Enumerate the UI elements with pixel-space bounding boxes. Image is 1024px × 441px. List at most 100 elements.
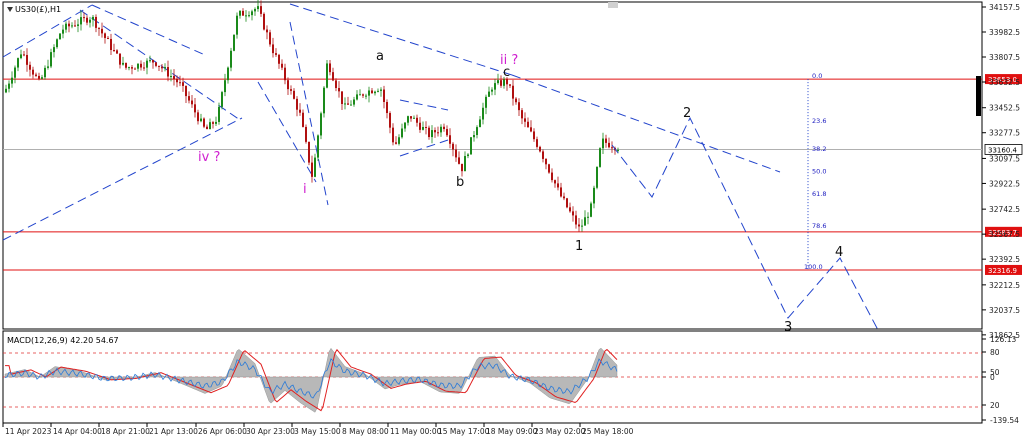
candle-body bbox=[368, 90, 370, 96]
candle-body bbox=[326, 63, 328, 88]
candle-body bbox=[494, 83, 496, 90]
candle-body bbox=[8, 83, 10, 89]
candle-body bbox=[248, 15, 250, 17]
candle-body bbox=[341, 91, 343, 104]
candle-body bbox=[14, 67, 16, 78]
candle-body bbox=[335, 80, 337, 89]
price-tick-label: 32392.5 bbox=[989, 255, 1020, 264]
candle-body bbox=[482, 107, 484, 120]
candle-body bbox=[221, 92, 223, 107]
candle-body bbox=[602, 138, 604, 149]
candle-body bbox=[605, 138, 607, 143]
candle-body bbox=[203, 118, 205, 127]
candle-body bbox=[365, 95, 367, 97]
wave-label: b bbox=[456, 175, 464, 190]
wave-label: 2 bbox=[683, 106, 691, 121]
time-tick-label: 26 Apr 06:00 bbox=[198, 427, 247, 436]
candle-body bbox=[497, 80, 499, 84]
candle-body bbox=[104, 33, 106, 38]
candle-body bbox=[197, 112, 199, 122]
time-axis: 11 Apr 2023 14 Apr 04:00 18 Apr 21:00 21 Ap… bbox=[2, 423, 634, 436]
candle-body bbox=[89, 19, 91, 23]
candle-body bbox=[338, 88, 340, 92]
candle-body bbox=[155, 62, 157, 66]
candle-body bbox=[398, 137, 400, 144]
candle-body bbox=[431, 130, 433, 138]
price-axis: 34157.5 33982.5 33807.5 33632.5 33452.5 33277… bbox=[982, 3, 1020, 340]
candle-body bbox=[212, 122, 214, 124]
candle-body bbox=[56, 39, 58, 48]
scroll-marker[interactable] bbox=[608, 2, 618, 8]
candle-body bbox=[317, 135, 319, 158]
candle-body bbox=[299, 109, 301, 113]
candle-body bbox=[125, 62, 127, 68]
candle-body bbox=[449, 135, 451, 144]
candle-body bbox=[239, 10, 241, 16]
candle-body bbox=[533, 131, 535, 140]
candle-body bbox=[209, 122, 211, 130]
price-tick-label: 33807.5 bbox=[989, 53, 1020, 62]
candle-body bbox=[293, 90, 295, 99]
candle-body bbox=[236, 15, 238, 35]
candle-body bbox=[158, 65, 160, 67]
candle-body bbox=[473, 135, 475, 138]
candle-body bbox=[122, 62, 124, 65]
price-tick-label: 33452.5 bbox=[989, 104, 1020, 113]
candle-body bbox=[26, 54, 28, 65]
price-tick-label: 33097.5 bbox=[989, 154, 1020, 163]
macd-tick-label: -139.54 bbox=[990, 416, 1019, 425]
candle-body bbox=[32, 69, 34, 75]
candle-body bbox=[572, 211, 574, 216]
candle-body bbox=[590, 203, 592, 217]
time-tick-label: 30 Apr 23:00 bbox=[246, 427, 295, 436]
candle-body bbox=[611, 147, 613, 149]
candle-body bbox=[347, 103, 349, 105]
candle-body bbox=[287, 80, 289, 90]
candle-body bbox=[503, 79, 505, 86]
candle-body bbox=[296, 98, 298, 110]
candle-body bbox=[542, 151, 544, 159]
candle-body bbox=[167, 67, 169, 77]
time-tick-label: 18 Apr 21:00 bbox=[101, 427, 150, 436]
wave-label: iv ? bbox=[198, 150, 220, 165]
macd-tick-label: 126.13 bbox=[990, 335, 1016, 344]
candle-body bbox=[440, 126, 442, 133]
candle-body bbox=[359, 94, 361, 96]
fib-level-label: 0.0 bbox=[812, 72, 822, 80]
main-chart-frame bbox=[2, 1, 983, 330]
candle-body bbox=[548, 164, 550, 173]
candle-body bbox=[569, 207, 571, 212]
candle-body bbox=[617, 149, 619, 151]
candle-body bbox=[47, 66, 49, 68]
candle-body bbox=[179, 82, 181, 84]
candle-body bbox=[428, 127, 430, 138]
price-tick-label: 32922.5 bbox=[989, 179, 1020, 188]
candle-body bbox=[404, 122, 406, 129]
candle-body bbox=[35, 74, 37, 76]
candle-body bbox=[74, 25, 76, 27]
wave-label: i bbox=[303, 182, 307, 197]
time-tick-label: 18 May 09:00 bbox=[486, 427, 538, 436]
candle-body bbox=[332, 72, 334, 81]
candle-body bbox=[467, 154, 469, 157]
candle-body bbox=[599, 148, 601, 167]
candle-body bbox=[233, 34, 235, 51]
time-tick-label: 14 Apr 04:00 bbox=[53, 427, 102, 436]
price-chart[interactable]: US30(£),H1 MACD(12,26,9) 42.20 54.67 336… bbox=[0, 0, 1024, 441]
candle-body bbox=[383, 89, 385, 102]
candle-body bbox=[200, 118, 202, 122]
candle-body bbox=[596, 166, 598, 188]
candle-body bbox=[101, 28, 103, 34]
candle-body bbox=[443, 126, 445, 130]
candle-body bbox=[581, 225, 583, 227]
candle-body bbox=[263, 13, 265, 30]
candle-body bbox=[584, 217, 586, 226]
candle-body bbox=[593, 187, 595, 204]
candle-body bbox=[131, 67, 133, 69]
price-tick-label: 32742.5 bbox=[989, 205, 1020, 214]
candle-body bbox=[461, 163, 463, 172]
fib-level-label: 23.6 bbox=[812, 117, 826, 125]
candle-body bbox=[362, 94, 364, 96]
time-tick-label: 8 May 08:00 bbox=[342, 427, 389, 436]
wave-label: 1 bbox=[575, 239, 583, 254]
